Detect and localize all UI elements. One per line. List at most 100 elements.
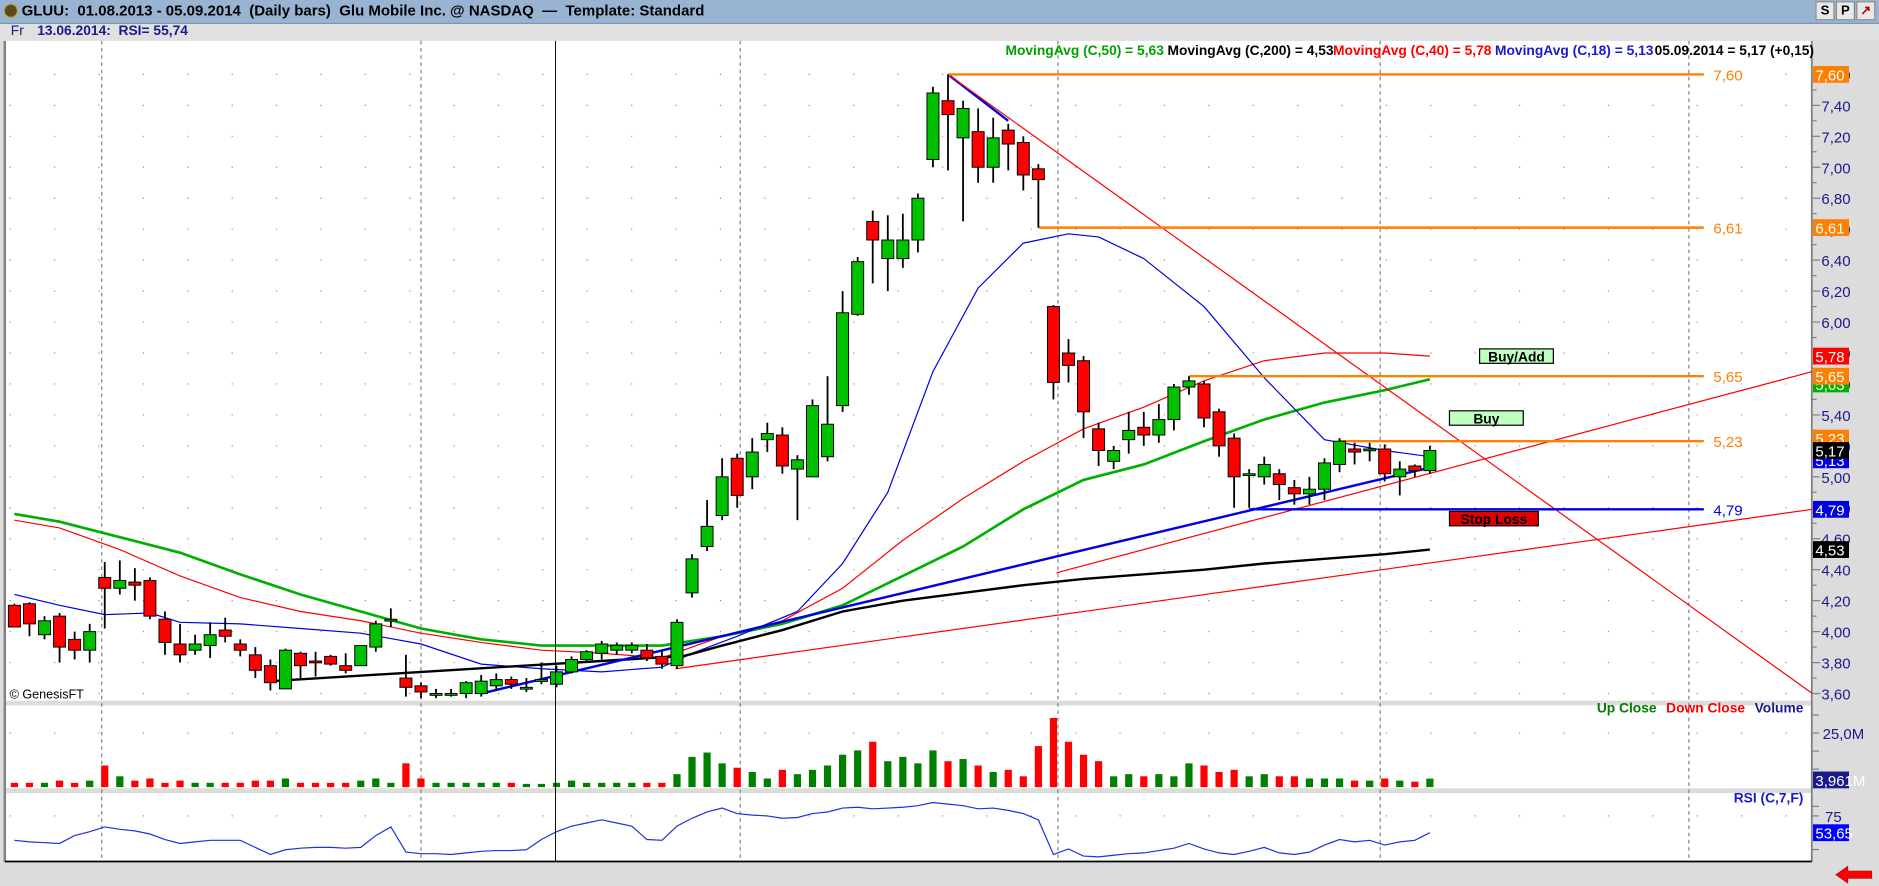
volume-bar: [206, 782, 214, 788]
volume-bar: [55, 780, 64, 788]
candle-down: [1227, 437, 1241, 478]
axis-marker: 7,60: [1815, 67, 1844, 84]
volume-bar: [643, 782, 651, 788]
volume-bar: [402, 763, 410, 788]
volume-bar: [854, 750, 862, 788]
s-button[interactable]: S: [1815, 1, 1835, 21]
volume-bar: [281, 778, 290, 788]
volume-bar: [296, 782, 305, 788]
volume-bar: [131, 780, 139, 788]
stock-chart[interactable]: 7,606,615,655,234,79Buy/AddBuyStop Loss …: [0, 0, 1879, 886]
candle-up: [1257, 463, 1271, 478]
volume-bar: [492, 782, 500, 788]
p-button[interactable]: P: [1835, 1, 1855, 21]
volume-bar: [899, 756, 907, 788]
volume-bar: [161, 782, 169, 788]
candle-up: [956, 107, 970, 139]
volume-bar: [1381, 778, 1389, 788]
volume-bar: [1396, 780, 1404, 788]
volume-panel[interactable]: [4, 705, 1812, 789]
volume-bar: [552, 782, 561, 788]
candle-up: [1107, 450, 1121, 462]
signal-label: Buy: [1473, 411, 1499, 426]
volume-bar: [25, 782, 34, 788]
candle-down: [7, 604, 21, 628]
candle-down: [730, 457, 744, 496]
volume-bar: [1230, 769, 1238, 788]
candle-up: [1242, 473, 1256, 477]
y-tick-label: 6,80: [1821, 191, 1850, 208]
candle-down: [218, 629, 232, 637]
volume-bar: [929, 750, 937, 788]
volume-bar: [748, 771, 756, 788]
candle-down: [294, 652, 307, 667]
legend-ma200: MovingAvg (C,200) = 4,53: [1167, 43, 1333, 58]
candle-down: [1197, 383, 1211, 419]
candle-down: [414, 685, 428, 693]
volume-bar: [944, 761, 952, 788]
volume-bar: [823, 765, 832, 788]
volume-bar: [1366, 780, 1374, 788]
price-level-label: 5,23: [1713, 434, 1742, 451]
candle-down: [1077, 360, 1091, 413]
volume-bar: [1350, 780, 1359, 788]
candle-up: [926, 92, 940, 161]
candle-up: [1182, 380, 1196, 388]
volume-bar: [1155, 774, 1163, 788]
candle-up: [760, 433, 774, 441]
volume-bar: [372, 778, 380, 788]
window-title: GLUU: 01.08.2013 - 05.09.2014 (Daily bar…: [21, 2, 705, 20]
candle-down: [324, 655, 338, 665]
candle-up: [489, 679, 503, 687]
volume-bar: [793, 774, 802, 788]
candle-up: [790, 459, 804, 470]
candle-up: [685, 558, 699, 594]
cursor-weekday: Fr: [10, 23, 24, 39]
signal-label: Stop Loss: [1461, 512, 1528, 527]
candle-up: [519, 686, 533, 690]
candle-down: [1031, 168, 1045, 181]
volume-bar: [628, 782, 636, 788]
candle-down: [1016, 142, 1030, 176]
candle-up: [911, 197, 925, 241]
volume-bar: [311, 782, 320, 788]
y-tick-label: 5,00: [1821, 470, 1850, 487]
x-axis-bar[interactable]: [0, 861, 1879, 886]
volume-bar: [974, 765, 982, 788]
candle-up: [113, 580, 127, 589]
volume-bar: [1140, 776, 1148, 788]
candle-down: [53, 615, 67, 648]
volume-bar: [221, 782, 229, 788]
y-tick-label: 6,40: [1821, 253, 1850, 270]
price-level-label: 7,60: [1713, 67, 1742, 84]
axis-marker: 4,53: [1815, 543, 1844, 560]
price-panel[interactable]: [4, 40, 1812, 701]
rsi-panel[interactable]: [4, 793, 1812, 862]
axis-marker: 5,65: [1815, 369, 1844, 386]
candle-up: [1152, 419, 1166, 436]
popout-button[interactable]: ↗: [1856, 1, 1876, 21]
legend-ma18: MovingAvg (C,18) = 5,13: [1495, 43, 1654, 58]
candle-down: [1287, 487, 1301, 495]
candle-up: [474, 680, 488, 695]
copyright: © GenesisFT: [10, 687, 85, 701]
candle-down: [309, 660, 323, 664]
candle-up: [580, 651, 594, 660]
candle-down: [640, 649, 654, 659]
axis-marker: 5,78: [1815, 349, 1844, 366]
volume-bar: [718, 763, 726, 788]
candle-up: [595, 643, 609, 654]
candle-up: [188, 643, 202, 651]
volume-bar: [251, 780, 259, 788]
volume-bar: [40, 782, 49, 788]
y-tick-label: 7,20: [1821, 129, 1850, 146]
candle-up: [670, 621, 684, 667]
volume-bar: [10, 782, 18, 788]
volume-bar: [598, 782, 606, 788]
volume-bar: [1260, 774, 1268, 788]
volume-bar: [1275, 776, 1283, 788]
signal-label: Buy/Add: [1488, 349, 1545, 364]
price-level-label: 4,79: [1713, 502, 1742, 519]
candle-up: [278, 649, 292, 690]
legend-volume: Volume: [1755, 701, 1804, 716]
